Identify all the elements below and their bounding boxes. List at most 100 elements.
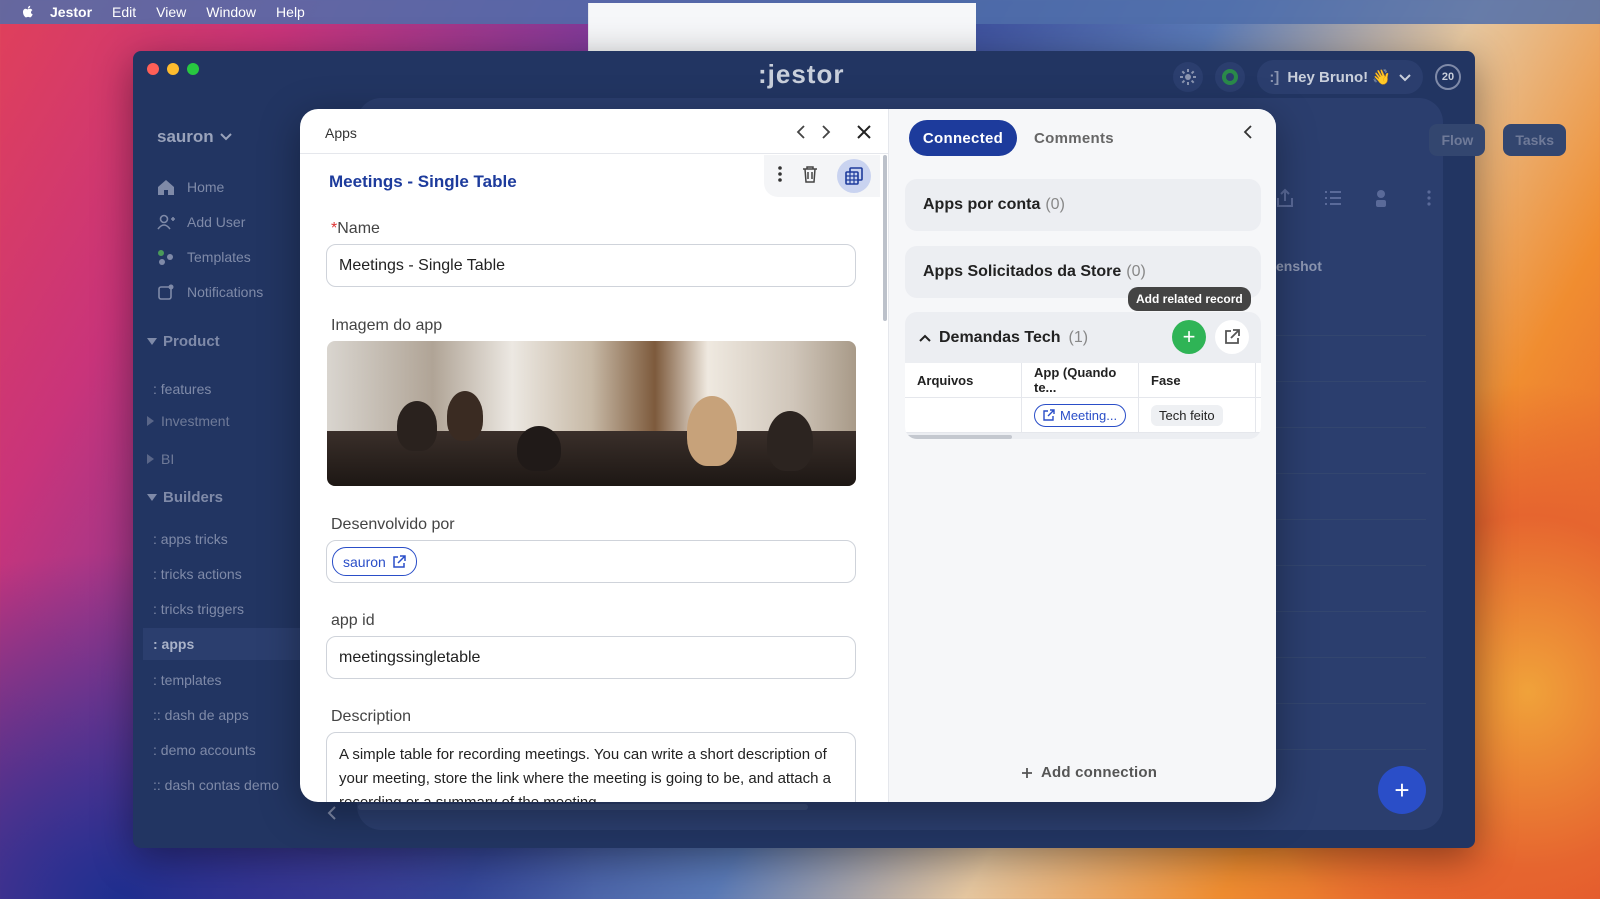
sidebar-item-label: Templates <box>187 249 251 265</box>
name-label: *Name <box>331 220 380 237</box>
developer-field[interactable]: sauron <box>326 540 856 583</box>
menu-help[interactable]: Help <box>276 4 305 20</box>
cell-arquivos[interactable] <box>905 398 1022 432</box>
sidebar-item-add-user[interactable]: Add User <box>157 214 245 230</box>
app-image[interactable] <box>327 341 856 486</box>
collapse-panel-icon[interactable] <box>1243 125 1259 141</box>
sidebar-item-demo-accounts[interactable]: : demo accounts <box>153 742 256 758</box>
appid-input[interactable]: meetingssingletable <box>326 636 856 679</box>
sidebar-item-tricks-actions[interactable]: : tricks actions <box>153 566 242 582</box>
close-icon[interactable] <box>855 123 873 141</box>
trash-icon[interactable] <box>802 165 818 188</box>
list-icon[interactable] <box>1323 188 1345 210</box>
background-scrollbar[interactable] <box>358 804 808 810</box>
related-records-table: Arquivos App (Quando te... Fase Meeting.… <box>905 363 1261 433</box>
sidebar-section-builders[interactable]: Builders <box>147 489 223 506</box>
more-vertical-icon[interactable] <box>777 165 783 188</box>
external-link-icon <box>1043 409 1055 421</box>
add-connection-button[interactable]: Add connection <box>1021 764 1157 781</box>
menu-view[interactable]: View <box>156 4 186 20</box>
open-external-icon[interactable] <box>1215 320 1249 354</box>
previous-record-icon[interactable] <box>792 123 810 141</box>
share-icon[interactable] <box>1275 188 1297 210</box>
zoom-window-button[interactable] <box>187 63 199 75</box>
name-input[interactable]: Meetings - Single Table <box>326 244 856 287</box>
breadcrumb[interactable]: Apps <box>325 125 357 141</box>
templates-icon <box>158 250 173 265</box>
apple-icon[interactable] <box>20 4 36 20</box>
sidebar-item-tricks-triggers[interactable]: : tricks triggers <box>153 601 244 617</box>
plant-icon[interactable] <box>1371 188 1393 210</box>
sidebar-item-apps-tricks[interactable]: : apps tricks <box>153 531 228 547</box>
sidebar-item-dash-de-apps[interactable]: :: dash de apps <box>153 707 249 723</box>
app-link-label: Meeting... <box>1060 407 1118 423</box>
connection-group-apps-por-conta[interactable]: Apps por conta (0) <box>905 179 1261 231</box>
sidebar-item-home[interactable]: Home <box>157 179 224 195</box>
workspace-name: sauron <box>157 127 214 146</box>
whatsapp-icon[interactable] <box>1215 62 1246 92</box>
settings-gear-icon[interactable] <box>1173 62 1204 92</box>
sidebar-section-investment[interactable]: Investment <box>147 413 229 429</box>
add-related-record-button[interactable]: + <box>1172 320 1206 354</box>
sidebar-item-features[interactable]: : features <box>153 381 211 397</box>
connection-group-demandas-tech: Demandas Tech (1) + Arquivos App (Quando… <box>905 312 1261 439</box>
external-link-icon <box>393 554 406 568</box>
group-count: (0) <box>1126 263 1146 280</box>
background-row <box>1276 572 1426 612</box>
record-actions <box>764 155 880 197</box>
sidebar-item-dash-contas-demo[interactable]: :: dash contas demo <box>153 777 279 793</box>
record-title: Meetings - Single Table <box>329 172 517 191</box>
window-controls <box>147 63 199 75</box>
sidebar-item-templates-builder[interactable]: : templates <box>153 672 221 688</box>
caret-down-icon <box>147 337 157 345</box>
background-column-header: enshot <box>1276 258 1322 274</box>
developer-chip[interactable]: sauron <box>332 547 417 576</box>
cell-app[interactable]: Meeting... <box>1022 398 1139 432</box>
group-name: Apps por conta <box>923 196 1041 213</box>
caret-right-icon <box>147 416 154 426</box>
cell-fase[interactable]: Tech feito <box>1139 398 1256 432</box>
background-row <box>1276 388 1426 428</box>
form-scrollbar[interactable] <box>883 155 887 321</box>
add-record-fab[interactable]: + <box>1378 766 1426 814</box>
column-header[interactable]: Fase <box>1139 363 1256 397</box>
group-count: (1) <box>1068 329 1089 346</box>
sidebar-section-bi[interactable]: BI <box>147 451 174 467</box>
description-textarea[interactable]: A simple table for recording meetings. Y… <box>326 732 856 802</box>
next-record-icon[interactable] <box>817 123 835 141</box>
section-label: BI <box>161 451 175 467</box>
group-count: (0) <box>1045 196 1065 213</box>
section-label: Investment <box>161 413 230 429</box>
table-scrollbar[interactable] <box>907 435 1012 439</box>
demandas-header[interactable]: Demandas Tech (1) <box>919 329 1088 347</box>
sidebar-item-templates[interactable]: Templates <box>157 249 251 265</box>
column-header[interactable]: Arquivos <box>905 363 1022 397</box>
menu-window[interactable]: Window <box>206 4 256 20</box>
connected-records-icon[interactable] <box>836 159 871 193</box>
user-greeting: Hey Bruno! 👋 <box>1287 69 1391 86</box>
column-header[interactable]: App (Quando te... <box>1022 363 1139 397</box>
minimize-window-button[interactable] <box>167 63 179 75</box>
tab-comments[interactable]: Comments <box>1034 130 1114 147</box>
user-menu[interactable]: :] Hey Bruno! 👋 <box>1257 60 1423 94</box>
menu-app-name[interactable]: Jestor <box>50 4 92 20</box>
section-label: Builders <box>163 489 224 506</box>
menubar: Jestor Edit View Window Help <box>0 0 1600 696</box>
sidebar-item-notifications[interactable]: Notifications <box>157 284 263 300</box>
notifications-badge[interactable]: 20 <box>1435 64 1461 90</box>
tab-connected[interactable]: Connected <box>909 120 1017 156</box>
workspace-selector[interactable]: sauron <box>157 127 232 147</box>
background-row <box>1276 480 1426 520</box>
connections-panel: Connected Comments Apps por conta (0) App… <box>888 109 1276 802</box>
menu-edit[interactable]: Edit <box>112 4 136 20</box>
sidebar-section-product[interactable]: Product <box>147 333 220 350</box>
table-row[interactable]: Meeting... Tech feito <box>905 398 1261 433</box>
app-link-chip[interactable]: Meeting... <box>1034 403 1127 427</box>
sidebar-item-label: Notifications <box>187 284 264 300</box>
group-name: Demandas Tech <box>939 329 1061 346</box>
more-vertical-icon[interactable] <box>1419 188 1441 210</box>
tab-flow[interactable]: Flow <box>1429 124 1486 156</box>
collapse-sidebar-icon[interactable] <box>327 806 337 823</box>
close-window-button[interactable] <box>147 63 159 75</box>
tab-tasks[interactable]: Tasks <box>1503 124 1566 156</box>
